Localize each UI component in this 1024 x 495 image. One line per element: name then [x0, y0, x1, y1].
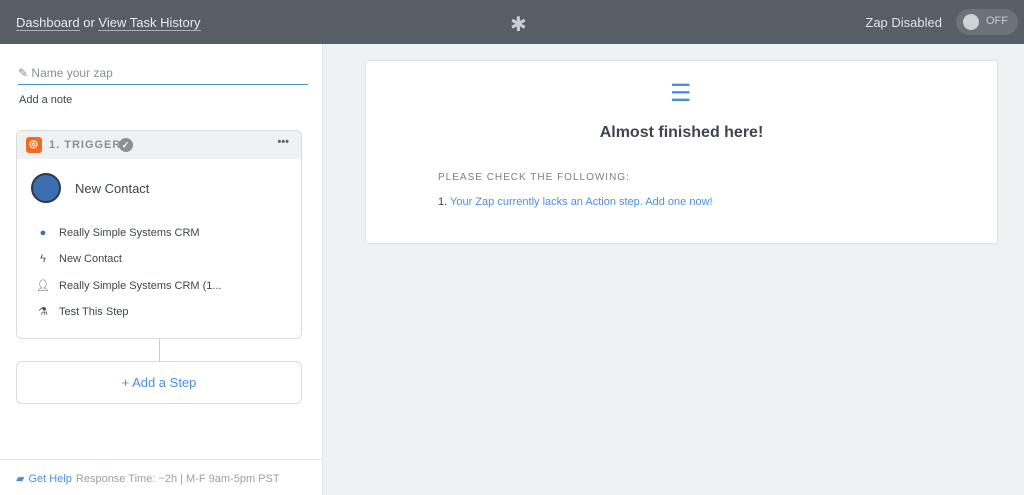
toggle-knob: [963, 14, 979, 30]
status-panel: ☰ Almost finished here! PLEASE CHECK THE…: [365, 60, 998, 244]
panel-title: Almost finished here!: [599, 124, 764, 141]
zap-status: Zap Disabled: [865, 15, 942, 30]
connector-line: [159, 339, 160, 361]
add-step-button[interactable]: + Add a Step: [16, 361, 302, 404]
list-icon: ☰: [670, 80, 692, 107]
item-number: 1.: [438, 196, 448, 208]
check-icon: ✓: [119, 138, 133, 152]
check-item: 1. Your Zap currently lacks an Action st…: [438, 196, 713, 208]
add-note-link[interactable]: Add a note: [19, 94, 72, 106]
zap-name-placeholder: Name your zap: [31, 66, 113, 80]
more-options-icon[interactable]: •••: [277, 136, 289, 148]
user-icon: 👤︎: [36, 280, 50, 292]
trigger-row-app[interactable]: ● Really Simple Systems CRM: [35, 227, 200, 239]
trigger-header: ◎ 1. TRIGGER ✓ •••: [17, 131, 301, 159]
dashboard-link[interactable]: Dashboard: [16, 15, 80, 31]
trigger-row-event[interactable]: ϟ New Contact: [35, 253, 122, 265]
row-text: Test This Step: [59, 306, 129, 318]
task-history-link[interactable]: View Task History: [98, 15, 201, 31]
help-footer: ▰ Get Help Response Time: ~2h | M-F 9am-5p…: [0, 459, 323, 495]
trigger-label: 1. TRIGGER: [49, 139, 122, 151]
row-text: Really Simple Systems CRM (1...: [59, 280, 222, 292]
trigger-icon: ◎: [26, 137, 42, 153]
check-heading: PLEASE CHECK THE FOLLOWING:: [438, 172, 630, 183]
zapier-logo-icon[interactable]: ✱: [510, 12, 527, 37]
app-logo-icon: [31, 173, 61, 203]
bolt-icon: ϟ: [40, 253, 46, 265]
chat-icon: ▰: [16, 473, 25, 485]
row-text: Really Simple Systems CRM: [59, 227, 200, 239]
flask-icon: ⚗: [38, 306, 48, 318]
add-action-link[interactable]: Your Zap currently lacks an Action step.…: [450, 196, 713, 208]
zap-name-input[interactable]: ✎ Name your zap: [18, 66, 308, 85]
zap-toggle[interactable]: OFF: [956, 9, 1018, 35]
top-bar: Dashboard or View Task History ✱ Zap Dis…: [0, 0, 1024, 44]
trigger-row-test[interactable]: ⚗ Test This Step: [35, 305, 129, 318]
trigger-row-account[interactable]: 👤︎ Really Simple Systems CRM (1...: [35, 279, 222, 292]
pencil-icon: ✎: [18, 66, 29, 80]
response-time: Response Time: ~2h | M-F 9am-5pm PST: [75, 473, 280, 485]
get-help-link[interactable]: Get Help: [28, 473, 71, 485]
trigger-card[interactable]: ◎ 1. TRIGGER ✓ ••• New Contact ● Really S…: [16, 130, 302, 339]
app-icon: ●: [39, 227, 47, 239]
trigger-title: New Contact: [75, 181, 150, 196]
toggle-label: OFF: [986, 15, 1008, 27]
sidebar: ✎ Name your zap Add a note ◎ 1. TRIGGER …: [0, 44, 323, 495]
row-text: New Contact: [59, 253, 122, 265]
or-text: or: [83, 15, 95, 30]
